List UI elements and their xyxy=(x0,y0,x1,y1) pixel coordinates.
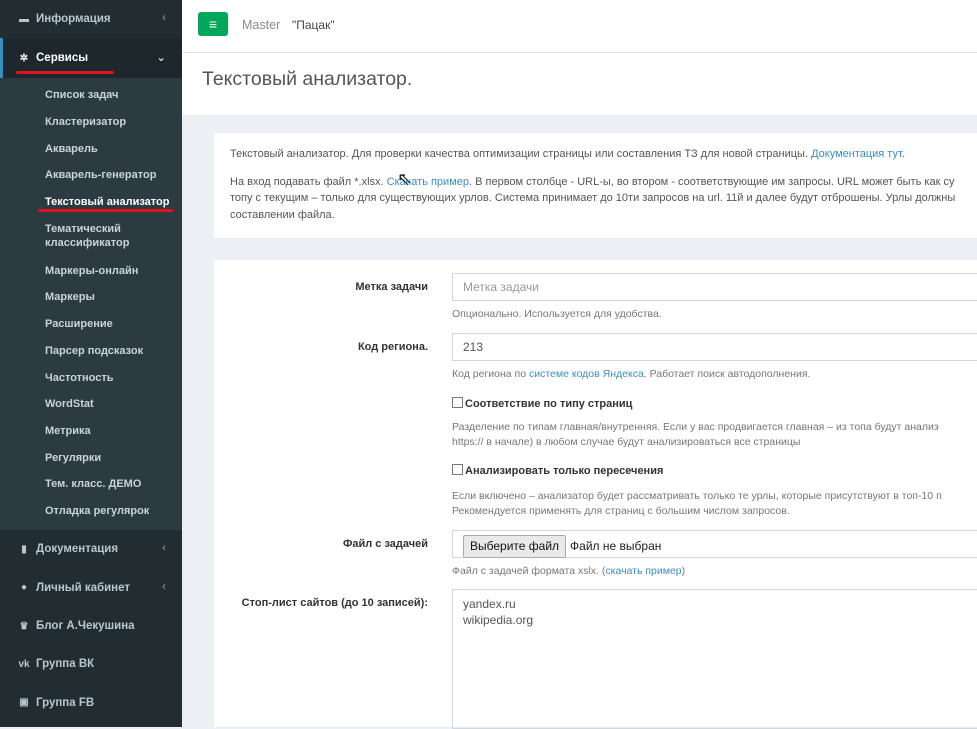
sidebar-item-fb[interactable]: ▣ Группа FB xyxy=(0,684,182,722)
vk-icon: vk xyxy=(18,658,30,670)
info-line-4: составлении файла. xyxy=(230,208,335,221)
submenu-item-suggest-parser[interactable]: Парсер подсказок xyxy=(0,338,182,365)
chevron-down-icon: ⌄ xyxy=(156,52,166,64)
sidebar-item-label: Личный кабинет xyxy=(36,581,130,594)
intersect-checkbox-label: Анализировать только пересечения xyxy=(465,465,664,477)
submenu-item-markers-online[interactable]: Маркеры-онлайн xyxy=(0,257,182,284)
file-help: Файл с задачей формата xslx. (скачать пр… xyxy=(452,563,685,579)
task-form: Метка задачи Метка задачи Опционально. И… xyxy=(214,260,977,729)
info-panel: Текстовый анализатор. Для проверки качес… xyxy=(214,133,977,238)
intersect-checkbox[interactable] xyxy=(452,464,463,475)
chevron-left-icon: ‹ xyxy=(162,542,166,555)
file-label: Файл с задачей xyxy=(342,538,428,550)
task-label-help: Опционально. Используется для удобства. xyxy=(452,308,662,320)
sidebar-item-blog[interactable]: ♛ Блог А.Чекушина xyxy=(0,607,182,645)
submenu-item-task-list[interactable]: Список задач xyxy=(0,82,182,109)
info-text: . В первом столбце - URL-ы, во втором - … xyxy=(469,175,955,188)
pagetype-checkbox-row[interactable]: Соответствие по типу страниц xyxy=(452,397,632,410)
book-icon: ▮ xyxy=(21,543,27,555)
submenu-item-metrika[interactable]: Метрика xyxy=(0,418,182,445)
submenu-item-clusterizer[interactable]: Кластеризатор xyxy=(0,109,182,136)
sidebar-item-cabinet[interactable]: ● Личный кабинет ‹ xyxy=(0,569,182,607)
pagetype-checkbox-label: Соответствие по типу страниц xyxy=(465,398,633,410)
submenu-item-wordstat[interactable]: WordStat xyxy=(0,391,182,418)
task-label: Метка задачи xyxy=(355,281,428,293)
page-title-bar: Текстовый анализатор. xyxy=(182,53,977,115)
stoplist-textarea[interactable]: yandex.ru wikipedia.org xyxy=(452,589,977,729)
sidebar-item-label: Документация xyxy=(36,543,119,556)
region-label: Код региона. xyxy=(357,341,428,353)
sidebar-item-label: Группа FB xyxy=(36,696,95,709)
stoplist-label: Стоп-лист сайтов (до 10 записей): xyxy=(241,597,428,609)
services-submenu: Список задач Кластеризатор Акварель Аква… xyxy=(0,78,182,531)
sidebar-item-vk[interactable]: vk Группа ВК xyxy=(0,645,182,683)
sidebar-toggle-button[interactable]: ≡ xyxy=(198,12,228,36)
pagetype-help-1: Разделение по типам главная/внутренняя. … xyxy=(452,421,939,433)
submenu-item-frequency[interactable]: Частотность xyxy=(0,364,182,391)
help-text: Файл с задачей формата xslx. ( xyxy=(452,565,606,577)
submenu-item-thematic-classifier[interactable]: Тематический классификатор xyxy=(0,215,182,257)
help-text: Код региона по xyxy=(452,368,529,380)
submenu-item-akvarel-generator[interactable]: Акварель-генератор xyxy=(0,162,182,189)
trophy-icon: ♛ xyxy=(19,620,29,632)
intersect-help-1: Если включено – анализатор будет рассмат… xyxy=(452,490,942,502)
documentation-link[interactable]: Документация тут xyxy=(811,148,902,160)
region-code-input[interactable]: 213 xyxy=(452,333,977,361)
facebook-icon: ▣ xyxy=(19,697,29,709)
annotation-underline-services xyxy=(16,71,114,74)
info-text: . xyxy=(901,148,905,160)
brand-label[interactable]: Master xyxy=(242,18,280,32)
sidebar-item-docs[interactable]: ▮ Документация ‹ xyxy=(0,530,182,568)
sidebar-item-label: Блог А.Чекушина xyxy=(36,620,135,633)
info-line-3: топу с текущим – только для существующих… xyxy=(230,192,956,204)
project-name: "Пацак" xyxy=(292,18,335,32)
submenu-item-extension[interactable]: Расширение xyxy=(0,311,182,338)
info-text: На вход подавать файл *.xlsx. xyxy=(230,175,387,188)
submenu-item-regex-debug[interactable]: Отладка регулярок xyxy=(0,498,182,525)
submenu-item-regexes[interactable]: Регулярки xyxy=(0,444,182,471)
submenu-item-class-demo[interactable]: Тем. класс. ДЕМО xyxy=(0,471,182,498)
sidebar-item-info[interactable]: ▬ Информация ‹ xyxy=(0,0,182,38)
task-label-input[interactable]: Метка задачи xyxy=(452,273,977,301)
help-text: ) xyxy=(681,565,686,577)
chevron-left-icon: ‹ xyxy=(162,12,166,24)
sidebar-item-label: Информация xyxy=(36,13,111,25)
user-icon: ● xyxy=(20,582,28,594)
submenu-item-akvarel[interactable]: Акварель xyxy=(0,135,182,162)
sidebar-item-label: Группа ВК xyxy=(36,658,95,671)
intersect-checkbox-row[interactable]: Анализировать только пересечения xyxy=(452,464,663,477)
info-line-1: Текстовый анализатор. Для проверки качес… xyxy=(214,133,977,163)
pagetype-checkbox[interactable] xyxy=(452,397,463,408)
choose-file-button[interactable]: Выберите файл xyxy=(463,535,567,558)
sidebar-item-label: Сервисы xyxy=(36,52,89,64)
top-header: ≡ Master "Пацак" xyxy=(182,0,977,53)
download-example-link-2[interactable]: скачать пример xyxy=(605,565,681,577)
chevron-left-icon: ‹ xyxy=(162,580,166,593)
stoplist-line: yandex.ru xyxy=(463,597,516,611)
file-field: Выберите файл Файл не выбран xyxy=(452,530,977,558)
briefcase-icon: ▬ xyxy=(19,13,29,25)
pagetype-help-2: https:// в начале) в любом случае будут … xyxy=(452,436,801,448)
help-text: . Работает поиск автодополнения. xyxy=(643,368,811,380)
page-title: Текстовый анализатор. xyxy=(202,68,413,90)
file-status: Файл не выбран xyxy=(570,539,662,553)
yandex-codes-link[interactable]: системе кодов Яндекса xyxy=(529,368,644,380)
region-help: Код региона по системе кодов Яндекса. Ра… xyxy=(452,366,810,382)
sidebar: ▬ Информация ‹ ✲ Сервисы ⌄ Список задач … xyxy=(0,0,182,727)
intersect-help-2: Рекомендуется применять для страниц с бо… xyxy=(452,505,790,517)
info-line-2: На вход подавать файл *.xlsx. Скачать пр… xyxy=(214,163,977,191)
mouse-cursor-icon: ⇖ xyxy=(397,169,413,189)
submenu-item-markers[interactable]: Маркеры xyxy=(0,284,182,311)
annotation-underline-analyzer xyxy=(38,209,173,212)
gears-icon: ✲ xyxy=(19,52,29,64)
stoplist-line: wikipedia.org xyxy=(463,613,534,627)
info-text: Текстовый анализатор. Для проверки качес… xyxy=(230,148,812,160)
